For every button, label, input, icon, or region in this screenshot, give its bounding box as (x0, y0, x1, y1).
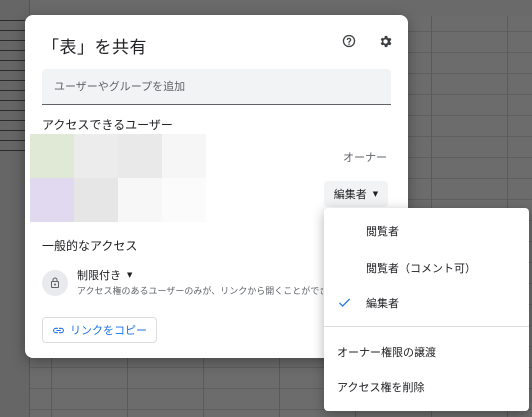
link-icon (53, 327, 64, 333)
people-section-label: アクセスできるユーザー (42, 118, 173, 132)
owner-role-label: オーナー (343, 151, 387, 164)
menu-item-transfer-ownership[interactable]: オーナー権限の譲渡 (324, 336, 529, 368)
help-button[interactable] (338, 30, 360, 52)
menu-item-editor[interactable]: 編集者 (324, 287, 529, 319)
spreadsheet-header (0, 0, 532, 16)
dialog-title: 「表」を共有 (42, 38, 147, 58)
mosaic-tile (74, 178, 118, 222)
mosaic-tile (30, 134, 74, 178)
check-icon (339, 298, 351, 307)
help-circle-icon (342, 34, 356, 48)
menu-item-viewer[interactable]: 閲覧者 (324, 215, 529, 247)
mosaic-tile (118, 178, 162, 222)
blurred-user-list (30, 134, 206, 222)
role-dropdown-button[interactable]: 編集者 ▼ (324, 181, 388, 207)
role-dropdown-label: 編集者 (333, 188, 367, 201)
menu-item-commenter[interactable]: 閲覧者（コメント可） (324, 252, 529, 284)
menu-item-remove-access[interactable]: アクセス権を削除 (324, 371, 529, 403)
mosaic-tile (30, 178, 74, 222)
mosaic-tile (118, 134, 162, 178)
menu-divider (324, 326, 529, 327)
menu-item-label: 閲覧者（コメント可） (366, 262, 476, 275)
menu-item-label: 編集者 (366, 297, 399, 310)
gear-icon (380, 35, 391, 47)
role-menu: 閲覧者 閲覧者（コメント可） 編集者 オーナー権限の譲渡 アクセス権を削除 (324, 208, 529, 411)
mosaic-tile (162, 178, 206, 222)
caret-down-icon: ▼ (127, 271, 133, 279)
access-description: アクセス権のあるユーザーのみが、リンクから開くことができます (77, 287, 323, 297)
access-level-label: 制限付き (77, 269, 121, 282)
mosaic-tile (162, 134, 206, 178)
menu-item-label: アクセス権を削除 (337, 381, 425, 394)
menu-item-label: オーナー権限の譲渡 (337, 346, 436, 359)
menu-item-label: 閲覧者 (366, 225, 399, 238)
add-people-input[interactable] (42, 69, 391, 105)
lock-icon-badge (42, 270, 68, 296)
copy-link-button[interactable]: リンクをコピー (42, 317, 157, 343)
caret-down-icon: ▼ (372, 190, 379, 198)
settings-button[interactable] (374, 30, 396, 52)
lock-icon (51, 277, 59, 288)
mosaic-tile (74, 134, 118, 178)
general-access-label: 一般的なアクセス (42, 239, 138, 253)
access-level-dropdown[interactable]: 制限付き ▼ (77, 267, 132, 283)
copy-link-label: リンクをコピー (70, 324, 147, 337)
